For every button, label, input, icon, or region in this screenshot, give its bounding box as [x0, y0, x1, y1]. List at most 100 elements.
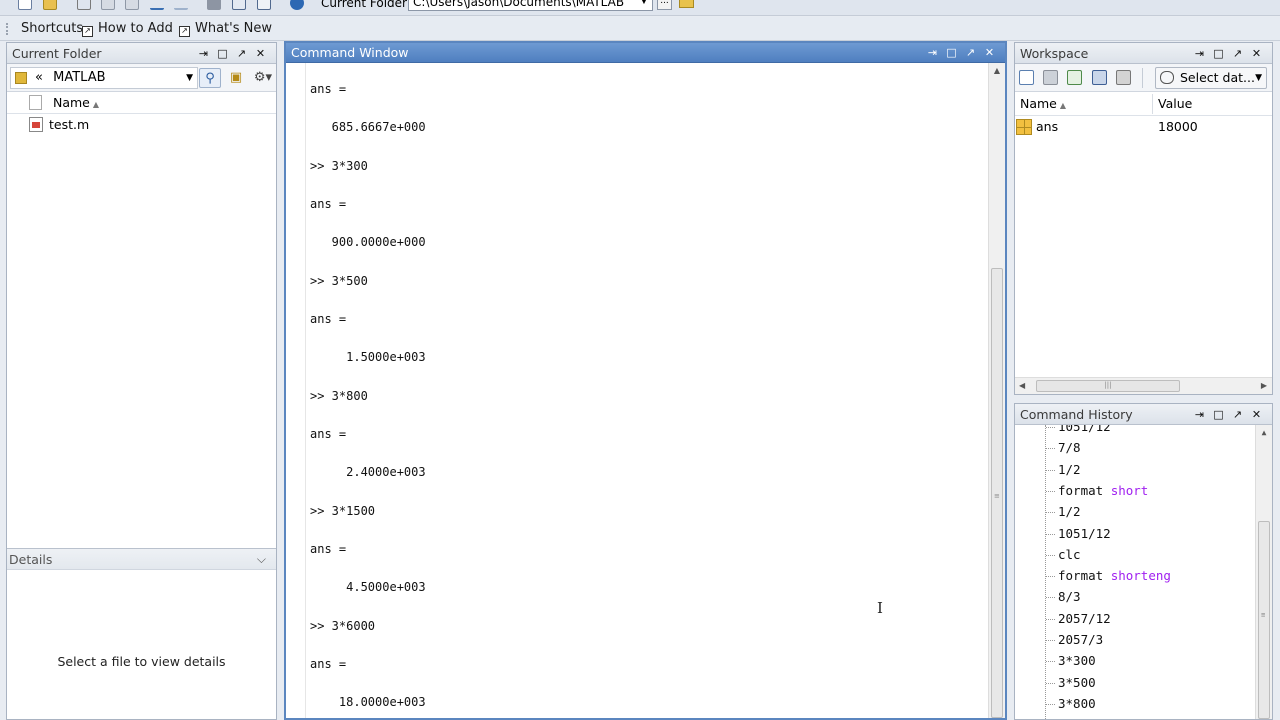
command-output-line: 4.5000e+003 [310, 580, 426, 595]
history-item[interactable]: clc [1046, 546, 1081, 562]
current-folder-label: Current Folder: [321, 0, 411, 10]
profiler-icon[interactable] [257, 0, 271, 10]
history-item[interactable]: 1/2 [1046, 461, 1081, 477]
undo-icon[interactable] [150, 0, 164, 10]
scrollbar-thumb[interactable]: ||| [1036, 380, 1180, 392]
import-data-icon[interactable] [1067, 70, 1082, 85]
command-history-scrollbar[interactable]: ▲ ≡ [1255, 425, 1272, 719]
history-command: clc [1058, 546, 1081, 562]
scroll-left-icon[interactable]: ◀ [1019, 378, 1025, 394]
guide-icon[interactable] [232, 0, 246, 10]
chevron-down-icon[interactable]: ▼ [636, 0, 652, 11]
history-item[interactable]: 8/3 [1046, 589, 1081, 604]
popout-icon[interactable]: ↗ [1228, 43, 1247, 64]
panel-title: Workspace [1020, 46, 1089, 61]
select-data-label: Select dat... [1180, 70, 1255, 85]
gear-icon[interactable]: ⚙▾ [250, 68, 276, 88]
history-item[interactable]: 2057/3 [1045, 632, 1103, 647]
scrollbar-thumb[interactable]: ≡ [1258, 521, 1270, 719]
help-icon[interactable] [290, 0, 304, 10]
undock-icon[interactable]: ⇥ [1190, 404, 1209, 425]
name-column-label: Name [53, 95, 90, 110]
history-item[interactable]: 3*1500 [1058, 717, 1103, 719]
command-history-title-bar[interactable]: Command History ⇥ □ ↗ ✕ [1015, 404, 1272, 425]
new-folder-icon[interactable]: ▣ [225, 68, 247, 88]
maximize-icon[interactable]: □ [213, 43, 232, 64]
undock-icon[interactable]: ⇥ [194, 43, 213, 64]
copy-icon[interactable] [101, 0, 115, 10]
undock-icon[interactable]: ⇥ [1190, 43, 1209, 64]
command-window-scrollbar[interactable]: ▲ ≡ [988, 63, 1005, 718]
history-item[interactable]: format short [1045, 483, 1148, 498]
history-item[interactable]: 1/2 [1046, 504, 1081, 519]
path-prefix: « [35, 70, 43, 85]
maximize-icon[interactable]: □ [1209, 404, 1228, 425]
new-script-icon[interactable] [18, 0, 32, 10]
maximize-icon[interactable]: □ [942, 43, 961, 63]
redo-icon[interactable] [174, 0, 188, 10]
close-icon[interactable]: ✕ [1247, 404, 1266, 425]
grip-icon: ≡ [1261, 611, 1266, 619]
close-icon[interactable]: ✕ [980, 43, 999, 63]
scrollbar-thumb[interactable]: ≡ [991, 268, 1003, 718]
browse-folder-button[interactable]: ... [657, 0, 672, 10]
value-column-header[interactable]: Value [1158, 92, 1192, 116]
history-command: 1/2 [1058, 461, 1081, 477]
open-icon[interactable] [43, 0, 57, 10]
folder-path-dropdown[interactable]: « MATLAB ▼ [10, 67, 198, 89]
save-workspace-icon[interactable] [1092, 70, 1107, 85]
name-column-header[interactable]: Name ▲ [1020, 92, 1066, 118]
shortcuts-button[interactable]: Shortcuts [21, 20, 83, 38]
history-item[interactable]: format shorteng [1046, 568, 1171, 584]
workspace-variable-row[interactable]: ans 18000 [1015, 116, 1272, 138]
history-command-argument: shorteng [1110, 568, 1171, 584]
select-data-dropdown[interactable]: Select dat... ▼ [1155, 67, 1267, 89]
chevron-down-icon[interactable]: ⌵ [257, 549, 266, 570]
history-item[interactable]: 1051/12 [1046, 526, 1111, 541]
history-item[interactable]: 2057/12 [1046, 611, 1111, 626]
maximize-icon[interactable]: □ [1209, 43, 1228, 64]
column-divider[interactable] [1152, 94, 1153, 114]
command-history-list[interactable]: 1051/12 7/8 1/2 format short 1/2 1051/12 clc fo… [1015, 425, 1272, 719]
history-item[interactable]: 1051/12 [1046, 425, 1111, 434]
open-variable-icon[interactable] [1043, 70, 1058, 85]
grip-icon: ≡ [994, 492, 1000, 500]
parent-folder-icon[interactable] [679, 0, 694, 8]
command-window-text-area[interactable]: ans = 685.6667e+000 >> 3*300 ans = 900.000… [286, 63, 1005, 718]
popout-icon[interactable]: ↗ [1228, 404, 1247, 425]
workspace-horizontal-scrollbar[interactable]: ◀ ||| ▶ [1015, 377, 1272, 394]
file-list-item[interactable]: test.m [7, 114, 276, 136]
scroll-up-icon[interactable]: ▲ [989, 63, 1005, 79]
toolbar-grip[interactable] [6, 23, 8, 35]
history-item[interactable]: 3*800 [1046, 696, 1096, 711]
popout-icon[interactable]: ↗ [961, 43, 980, 63]
workspace-title-bar[interactable]: Workspace ⇥ □ ↗ ✕ [1015, 43, 1272, 64]
history-item[interactable]: 7/8 [1046, 440, 1081, 455]
history-command: 3*1500 [1058, 717, 1103, 719]
new-variable-icon[interactable] [1019, 70, 1034, 85]
search-icon[interactable]: ⚲ [199, 68, 221, 88]
command-output-line: ans = [310, 197, 347, 212]
name-column-label: Name [1020, 96, 1057, 111]
undock-icon[interactable]: ⇥ [923, 43, 942, 63]
close-icon[interactable]: ✕ [251, 43, 270, 64]
delete-variable-icon[interactable] [1116, 70, 1131, 85]
details-title-bar[interactable]: Details ⌵ [7, 549, 276, 570]
scroll-up-icon[interactable]: ▲ [1256, 425, 1272, 441]
command-output-line: ans = [310, 312, 347, 327]
cut-icon[interactable] [77, 0, 91, 10]
name-column-header[interactable]: Name ▲ [53, 92, 99, 116]
scroll-right-icon[interactable]: ▶ [1261, 378, 1267, 394]
how-to-add-link[interactable]: ↗ How to Add [82, 20, 173, 38]
close-icon[interactable]: ✕ [1247, 43, 1266, 64]
paste-icon[interactable] [125, 0, 139, 10]
popout-icon[interactable]: ↗ [232, 43, 251, 64]
history-item[interactable]: 3*500 [1046, 675, 1096, 690]
simulink-icon[interactable] [207, 0, 221, 10]
history-item[interactable]: 3*300 [1046, 653, 1096, 668]
current-folder-path-input[interactable]: C:\Users\Jason\Documents\MATLAB [408, 0, 653, 11]
whats-new-link[interactable]: ↗ What's New [179, 20, 272, 38]
command-window-title-bar[interactable]: Command Window ⇥ □ ↗ ✕ [286, 43, 1005, 63]
current-folder-title-bar[interactable]: Current Folder ⇥ □ ↗ ✕ [7, 43, 276, 64]
file-type-column-icon[interactable] [29, 95, 42, 110]
